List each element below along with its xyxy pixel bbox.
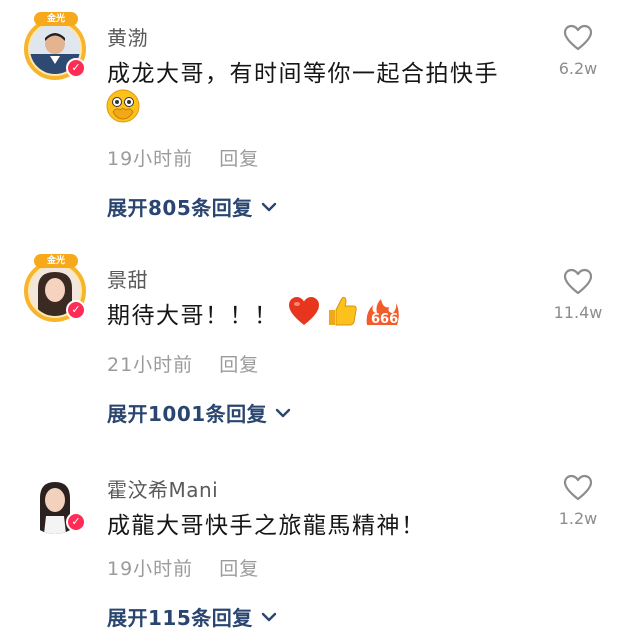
- avatar[interactable]: 金光 ✓: [24, 12, 86, 80]
- comment-username[interactable]: 景甜: [107, 264, 148, 293]
- face-with-hand-over-mouth-icon: [105, 88, 141, 128]
- reply-button[interactable]: 回复: [219, 354, 259, 376]
- avatar-crown-badge: 金光: [34, 12, 78, 26]
- chevron-down-icon: [261, 612, 276, 621]
- like-count: 11.4w: [553, 303, 603, 322]
- chevron-down-icon: [261, 202, 276, 211]
- comment-text: 期待大哥！！！: [107, 303, 279, 329]
- chevron-down-icon: [275, 408, 291, 417]
- expand-replies-button[interactable]: 展开1001条回复: [107, 398, 291, 427]
- heart-outline-icon: [563, 268, 593, 295]
- like-button[interactable]: 1.2w: [548, 474, 608, 528]
- comment-time: 19小时前: [107, 148, 194, 170]
- comment-text: 成龍大哥快手之旅龍馬精神！: [107, 513, 426, 539]
- comment-meta: 19小时前 回复: [107, 554, 259, 581]
- verified-badge-icon: ✓: [66, 300, 86, 320]
- expand-replies-label: 展开115条回复: [107, 606, 253, 630]
- like-count: 1.2w: [558, 509, 598, 528]
- 666-fire-icon: 666: [363, 295, 401, 331]
- thumbs-up-icon: [325, 294, 359, 332]
- verified-badge-icon: ✓: [66, 58, 86, 78]
- avatar[interactable]: 金光 ✓: [24, 254, 86, 322]
- comment-text: 成龙大哥，有时间等你一起合拍快手: [107, 61, 499, 87]
- comment-meta: 19小时前 回复: [107, 144, 259, 171]
- comment-username[interactable]: 霍汶希Mani: [107, 474, 218, 503]
- expand-replies-label: 展开1001条回复: [107, 402, 268, 426]
- expand-replies-label: 展开805条回复: [107, 196, 253, 220]
- comment-meta: 21小时前 回复: [107, 350, 259, 377]
- like-count: 6.2w: [558, 59, 598, 78]
- comment-time: 21小时前: [107, 354, 194, 376]
- red-heart-icon: [287, 295, 321, 331]
- like-button[interactable]: 11.4w: [548, 268, 608, 322]
- reply-button[interactable]: 回复: [219, 148, 259, 170]
- comment-emoji-row: [105, 88, 141, 128]
- comment-time: 19小时前: [107, 558, 194, 580]
- avatar[interactable]: ✓: [24, 472, 86, 534]
- verified-badge-icon: ✓: [66, 512, 86, 532]
- like-button[interactable]: 6.2w: [548, 24, 608, 78]
- expand-replies-button[interactable]: 展开805条回复: [107, 192, 277, 221]
- expand-replies-button[interactable]: 展开115条回复: [107, 602, 277, 631]
- avatar-crown-badge: 金光: [34, 254, 78, 268]
- heart-outline-icon: [563, 474, 593, 501]
- svg-text:666: 666: [371, 312, 398, 327]
- heart-outline-icon: [563, 24, 593, 51]
- reply-button[interactable]: 回复: [219, 558, 259, 580]
- comment-text-row: 期待大哥！！！ 666: [107, 294, 401, 332]
- comment-username[interactable]: 黄渤: [107, 22, 148, 51]
